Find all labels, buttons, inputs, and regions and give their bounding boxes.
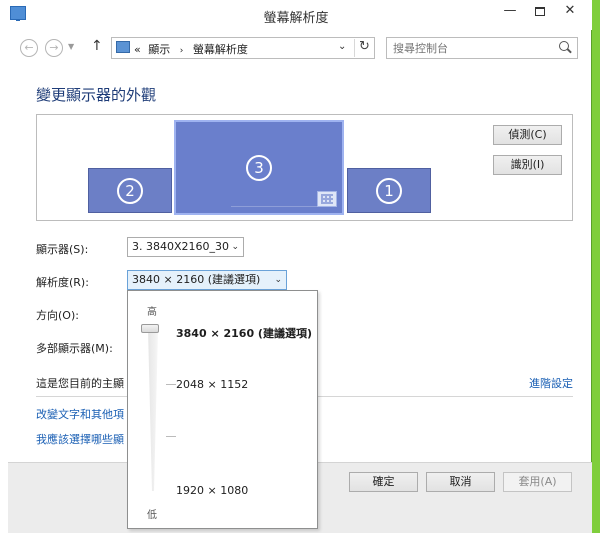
minimize-button[interactable]: — — [496, 2, 524, 22]
advanced-settings-link[interactable]: 進階設定 — [529, 375, 573, 391]
orientation-label: 方向(O): — [36, 309, 79, 322]
refresh-button[interactable]: ↻ — [354, 39, 374, 57]
monitor-3[interactable]: 3 — [174, 120, 344, 215]
detect-button[interactable]: 偵測(C) — [493, 125, 562, 145]
slider-tick — [166, 384, 176, 385]
resolution-option[interactable]: 2048 × 1152 — [176, 378, 248, 391]
navigation-bar: ← → ▼ ↑ « 顯示 › 螢幕解析度 ⌄ ↻ — [0, 30, 592, 66]
resolution-option[interactable]: 1920 × 1080 — [176, 484, 248, 497]
close-button[interactable]: ✕ — [556, 2, 584, 22]
page-title: 變更顯示器的外觀 — [36, 86, 157, 104]
search-box[interactable] — [386, 37, 578, 59]
monitor-number: 2 — [117, 177, 143, 204]
resolution-option[interactable]: 3840 × 2160 (建議選項) — [176, 325, 312, 341]
monitor-2[interactable]: 2 — [88, 168, 172, 213]
maximize-icon — [535, 7, 545, 16]
display-label: 顯示器(S): — [36, 243, 89, 256]
resolution-slider-thumb[interactable] — [141, 324, 159, 333]
monitor-number: 3 — [246, 154, 272, 181]
breadcrumb-screen-resolution[interactable]: 螢幕解析度 — [193, 43, 248, 56]
multiple-displays-label: 多部顯示器(M): — [36, 342, 113, 355]
text-size-link[interactable]: 改變文字和其他項 — [36, 406, 124, 422]
chevron-down-icon: ⌄ — [231, 242, 239, 252]
monitor-1[interactable]: 1 — [347, 168, 431, 213]
breadcrumb-overflow[interactable]: « — [134, 43, 141, 56]
low-label: 低 — [147, 510, 157, 521]
address-dropdown-chevron-icon[interactable]: ⌄ — [338, 41, 346, 52]
back-button[interactable]: ← — [20, 39, 38, 57]
maximize-button[interactable] — [526, 2, 554, 22]
address-bar[interactable]: « 顯示 › 螢幕解析度 ⌄ ↻ — [111, 37, 375, 59]
display-select-value: 3. 3840X2160_30 — [132, 240, 230, 253]
control-panel-window: 螢幕解析度 — ✕ ← → ▼ ↑ « 顯示 › 螢幕解析度 ⌄ ↻ 變更顯示器… — [0, 0, 592, 533]
resolution-select-value: 3840 × 2160 (建議選項) — [132, 273, 261, 286]
start-screen-icon — [317, 191, 337, 207]
forward-button[interactable]: → — [45, 39, 63, 57]
recent-locations-chevron-icon[interactable]: ▼ — [68, 42, 74, 51]
cancel-button[interactable]: 取消 — [426, 472, 495, 492]
primary-display-text: 這是您目前的主顯 — [36, 377, 124, 390]
monitor-number: 1 — [376, 177, 402, 204]
which-settings-link[interactable]: 我應該選擇哪些顯 — [36, 431, 124, 447]
resolution-label: 解析度(R): — [36, 276, 89, 289]
ok-button[interactable]: 確定 — [349, 472, 418, 492]
resolution-slider-popup: 高 3840 × 2160 (建議選項) 2048 × 1152 1920 × … — [127, 290, 318, 529]
display-select[interactable]: 3. 3840X2160_30 ⌄ — [127, 237, 244, 257]
search-input[interactable] — [393, 40, 553, 56]
chevron-down-icon: ⌄ — [274, 275, 282, 285]
high-label: 高 — [147, 307, 157, 318]
slider-tick — [166, 436, 176, 437]
breadcrumb-display[interactable]: 顯示 — [148, 43, 170, 56]
title-bar: 螢幕解析度 — ✕ — [0, 0, 592, 30]
control-panel-icon — [116, 41, 130, 53]
up-arrow-button[interactable]: ↑ — [91, 38, 103, 54]
identify-button[interactable]: 識別(I) — [493, 155, 562, 175]
resolution-select[interactable]: 3840 × 2160 (建議選項) ⌄ — [127, 270, 287, 290]
apply-button[interactable]: 套用(A) — [503, 472, 572, 492]
breadcrumb-separator-icon[interactable]: › — [180, 46, 184, 56]
search-icon[interactable] — [559, 41, 569, 51]
breadcrumb: « 顯示 › 螢幕解析度 — [134, 41, 248, 57]
resolution-slider-track[interactable] — [148, 329, 158, 491]
